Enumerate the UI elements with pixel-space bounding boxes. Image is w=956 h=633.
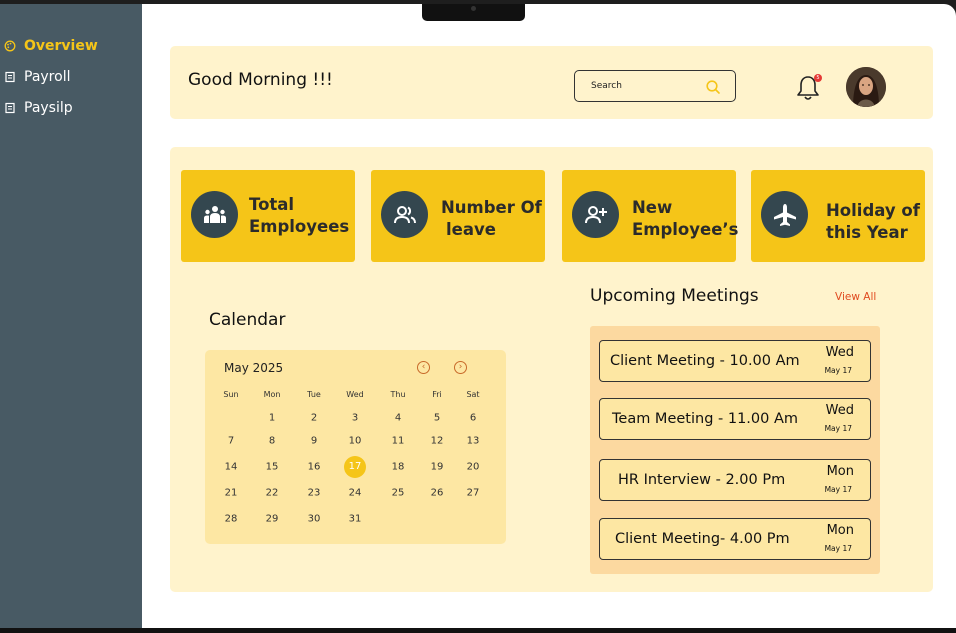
- meeting-date: May 17: [824, 424, 852, 433]
- airplane-icon: [761, 191, 808, 238]
- card-label: Holiday of this Year: [826, 201, 920, 242]
- meetings-panel: Client Meeting - 10.00 Am Wed May 17 Tea…: [590, 326, 880, 574]
- weekday-label: Thu: [390, 390, 406, 399]
- weekday-label: Tue: [307, 390, 321, 399]
- card-new-employees[interactable]: New Employee’s: [562, 170, 739, 262]
- card-total-employees[interactable]: Total Employees: [181, 170, 355, 262]
- calendar: May 2025 ‹ › Sun Mon Tue Wed Thu Fri Sat 1 2 3 4 5 6…: [205, 350, 506, 544]
- calendar-day[interactable]: 29: [266, 514, 279, 525]
- calendar-title: Calendar: [209, 310, 286, 330]
- meeting-date: May 17: [824, 366, 852, 375]
- calendar-day[interactable]: 2: [311, 413, 317, 424]
- weekday-label: Mon: [263, 390, 281, 399]
- calendar-day[interactable]: 7: [228, 436, 234, 447]
- search-input[interactable]: Search: [574, 70, 736, 102]
- meeting-name: HR Interview - 2.00 Pm: [618, 472, 786, 488]
- meeting-item[interactable]: HR Interview - 2.00 Pm Mon May 17: [599, 459, 871, 501]
- card-label: Total Employees: [249, 195, 350, 236]
- bell-icon: [795, 76, 821, 106]
- header-bar: Good Morning !!! Search 5: [170, 46, 933, 119]
- card-number-of-leave[interactable]: Number Of leave: [371, 170, 545, 262]
- document-icon: [4, 71, 16, 83]
- bottom-bezel: [0, 628, 956, 633]
- sidebar-item-label: Payroll: [24, 69, 71, 85]
- calendar-day[interactable]: 15: [266, 462, 279, 473]
- calendar-day[interactable]: 14: [225, 462, 238, 473]
- calendar-day-selected[interactable]: 17: [344, 456, 366, 478]
- meeting-item[interactable]: Client Meeting- 4.00 Pm Mon May 17: [599, 518, 871, 560]
- meeting-day: Wed: [825, 345, 854, 360]
- card-holiday-of-year[interactable]: Holiday of this Year: [751, 170, 925, 262]
- palette-icon: [4, 40, 16, 52]
- calendar-month: May 2025: [224, 361, 284, 375]
- card-label: Number Of leave: [441, 198, 542, 239]
- calendar-day[interactable]: 12: [431, 436, 444, 447]
- calendar-day[interactable]: 9: [311, 436, 317, 447]
- meeting-name: Client Meeting- 4.00 Pm: [615, 531, 790, 547]
- calendar-day[interactable]: 19: [431, 462, 444, 473]
- meeting-date: May 17: [824, 485, 852, 494]
- avatar[interactable]: [846, 67, 886, 107]
- sidebar-item-paysilp[interactable]: Paysilp: [4, 98, 73, 118]
- dashboard-panel: Total Employees Number Of leave New Empl…: [170, 147, 933, 592]
- calendar-day[interactable]: 11: [392, 436, 405, 447]
- meeting-name: Client Meeting - 10.00 Am: [610, 353, 800, 369]
- meeting-item[interactable]: Client Meeting - 10.00 Am Wed May 17: [599, 340, 871, 382]
- sidebar: Overview Payroll Paysilp: [0, 4, 142, 628]
- meeting-day: Mon: [826, 523, 854, 538]
- users-icon: [381, 191, 428, 238]
- camera-dot: [471, 6, 476, 11]
- calendar-day[interactable]: 16: [308, 462, 321, 473]
- meeting-day: Wed: [825, 403, 854, 418]
- search-icon[interactable]: [705, 79, 721, 95]
- next-month-button[interactable]: ›: [454, 361, 467, 374]
- meeting-day: Mon: [826, 464, 854, 479]
- calendar-day[interactable]: 13: [467, 436, 480, 447]
- add-user-icon: [572, 191, 619, 238]
- sidebar-item-payroll[interactable]: Payroll: [4, 67, 70, 87]
- calendar-day[interactable]: 22: [266, 488, 279, 499]
- calendar-day[interactable]: 24: [349, 488, 362, 499]
- calendar-day[interactable]: 30: [308, 514, 321, 525]
- search-placeholder: Search: [591, 81, 622, 91]
- meeting-item[interactable]: Team Meeting - 11.00 Am Wed May 17: [599, 398, 871, 440]
- calendar-day[interactable]: 26: [431, 488, 444, 499]
- calendar-day[interactable]: 28: [225, 514, 238, 525]
- document-icon: [4, 102, 16, 114]
- calendar-day[interactable]: 20: [467, 462, 480, 473]
- calendar-day[interactable]: 1: [269, 413, 275, 424]
- meetings-title: Upcoming Meetings: [590, 286, 759, 306]
- meeting-name: Team Meeting - 11.00 Am: [612, 411, 799, 427]
- calendar-day[interactable]: 3: [352, 413, 358, 424]
- sidebar-item-label: Overview: [24, 38, 98, 54]
- calendar-day[interactable]: 31: [349, 514, 362, 525]
- calendar-day[interactable]: 6: [470, 413, 476, 424]
- weekday-label: Fri: [432, 390, 442, 399]
- weekday-label: Sun: [223, 390, 239, 399]
- camera-notch: [422, 4, 525, 21]
- calendar-day[interactable]: 27: [467, 488, 480, 499]
- view-all-link[interactable]: View All: [835, 291, 876, 303]
- app-window: Overview Payroll Paysilp Good Morning !!…: [0, 4, 956, 628]
- calendar-day[interactable]: 23: [308, 488, 321, 499]
- calendar-day[interactable]: 25: [392, 488, 405, 499]
- calendar-day[interactable]: 18: [392, 462, 405, 473]
- group-icon: [191, 191, 238, 238]
- meeting-date: May 17: [824, 544, 852, 553]
- weekday-label: Sat: [466, 390, 480, 399]
- notification-button[interactable]: 5: [795, 74, 822, 102]
- weekday-label: Wed: [346, 390, 364, 399]
- calendar-day[interactable]: 4: [395, 413, 401, 424]
- greeting-text: Good Morning !!!: [188, 70, 333, 90]
- calendar-day[interactable]: 10: [349, 436, 362, 447]
- sidebar-item-overview[interactable]: Overview: [4, 36, 98, 56]
- card-label: New Employee’s: [632, 198, 739, 239]
- sidebar-item-label: Paysilp: [24, 100, 73, 116]
- prev-month-button[interactable]: ‹: [417, 361, 430, 374]
- calendar-day[interactable]: 5: [434, 413, 440, 424]
- calendar-day[interactable]: 21: [225, 488, 238, 499]
- calendar-day[interactable]: 8: [269, 436, 275, 447]
- notification-badge: 5: [814, 74, 822, 82]
